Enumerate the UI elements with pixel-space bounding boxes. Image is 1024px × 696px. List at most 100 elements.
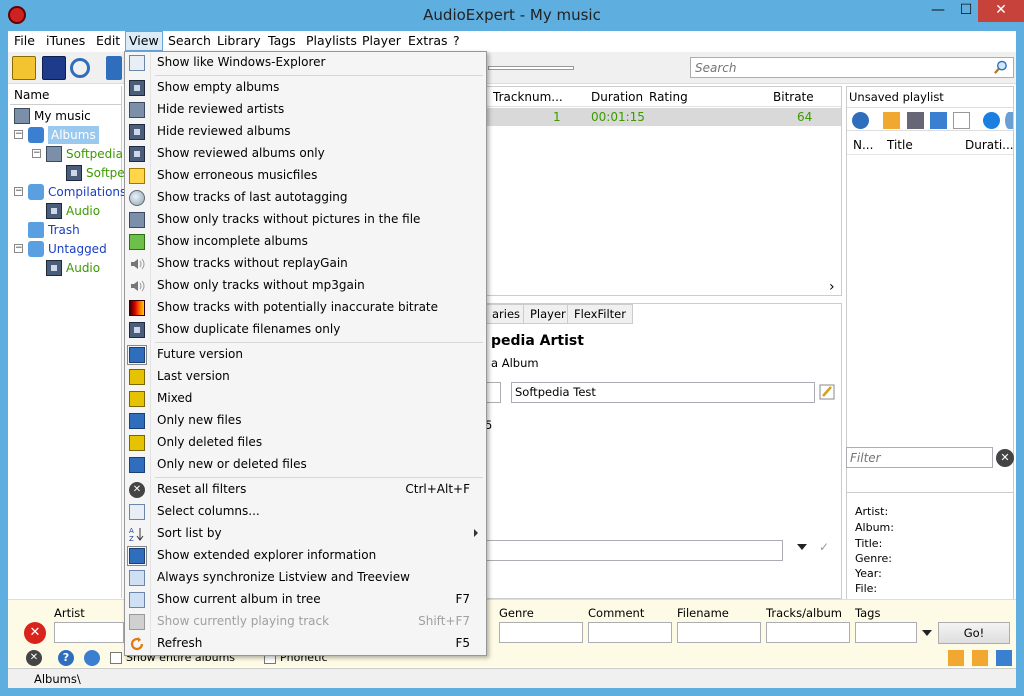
app-window: AudioExpert - My music — ☐ ✕ File iTunes… <box>0 0 1024 696</box>
search-icon[interactable] <box>993 60 1009 75</box>
detail-field-partial[interactable] <box>485 382 501 403</box>
open-folder-icon[interactable] <box>948 650 964 666</box>
menu-item-incomplete-albums[interactable]: Show incomplete albums <box>125 231 486 253</box>
menu-item-without-mp3gain[interactable]: Show only tracks without mp3gain <box>125 275 486 297</box>
edit-icon[interactable] <box>930 112 947 129</box>
refresh-icon[interactable] <box>70 58 90 78</box>
edit-pencil-icon[interactable] <box>819 384 835 400</box>
undo-icon[interactable] <box>106 56 122 80</box>
menu-item-select-columns[interactable]: Select columns... <box>125 501 486 523</box>
menu-item-only-deleted-files[interactable]: Only deleted files <box>125 432 486 454</box>
save-icon[interactable] <box>42 56 66 80</box>
menu-item-last-version[interactable]: Last version <box>125 366 486 388</box>
menu-item-without-replaygain[interactable]: Show tracks without replayGain <box>125 253 486 275</box>
menu-item-reset-filters[interactable]: ✕ Reset all filters Ctrl+Alt+F <box>125 479 486 501</box>
menu-search[interactable]: Search <box>168 33 211 48</box>
import-icon[interactable] <box>12 56 36 80</box>
collapse-untagged-icon[interactable]: − <box>14 244 23 253</box>
filter-filename-input[interactable] <box>677 622 761 643</box>
confirm-icon[interactable]: ✓ <box>819 540 829 554</box>
clear-all-filters-icon[interactable]: ✕ <box>24 622 46 644</box>
menu-item-mixed[interactable]: Mixed <box>125 388 486 410</box>
menu-item-inaccurate-bitrate[interactable]: Show tracks with potentially inaccurate … <box>125 297 486 319</box>
menu-library[interactable]: Library <box>217 33 261 48</box>
menu-item-duplicate-filenames[interactable]: Show duplicate filenames only <box>125 319 486 341</box>
menu-itunes[interactable]: iTunes <box>46 33 85 48</box>
menu-item-show-like-explorer[interactable]: Show like Windows-Explorer <box>125 52 486 74</box>
menu-extras[interactable]: Extras <box>408 33 448 48</box>
filter-tags-input[interactable] <box>855 622 917 643</box>
title-field[interactable]: Softpedia Test <box>511 382 815 403</box>
sync-icon <box>129 570 145 586</box>
info-artist-label: Artist: <box>855 505 889 518</box>
col-title[interactable]: Title <box>887 138 913 152</box>
tree-header[interactable]: Name <box>10 86 121 105</box>
menu-item-only-new-files[interactable]: Only new files <box>125 410 486 432</box>
volume-slider[interactable] <box>488 66 574 70</box>
menu-item-show-erroneous[interactable]: Show erroneous musicfiles <box>125 165 486 187</box>
minimize-button[interactable]: — <box>924 0 952 22</box>
play-icon[interactable] <box>983 112 1000 129</box>
menu-playlists[interactable]: Playlists <box>306 33 357 48</box>
maximize-button[interactable]: ☐ <box>952 0 980 22</box>
menu-item-new-or-deleted[interactable]: Only new or deleted files <box>125 454 486 476</box>
detail-album: a Album <box>491 356 539 370</box>
menu-item-refresh[interactable]: Refresh F5 <box>125 633 486 655</box>
menu-player[interactable]: Player <box>362 33 401 48</box>
col-bitrate[interactable]: Bitrate <box>773 90 814 104</box>
col-duration[interactable]: Duration <box>591 90 643 104</box>
edit-filter-icon[interactable] <box>996 650 1012 666</box>
save-icon[interactable] <box>907 112 924 129</box>
clear-filter-icon[interactable]: ✕ <box>996 449 1014 467</box>
menu-item-hide-reviewed-albums[interactable]: Hide reviewed albums <box>125 121 486 143</box>
filter-genre-input[interactable] <box>499 622 583 643</box>
menu-file[interactable]: File <box>14 33 35 48</box>
albums-icon <box>28 127 44 143</box>
menu-item-hide-reviewed-artists[interactable]: Hide reviewed artists <box>125 99 486 121</box>
menu-item-future-version[interactable]: Future version <box>125 344 486 366</box>
col-number[interactable]: N... <box>853 138 873 152</box>
filter-comment-input[interactable] <box>588 622 672 643</box>
collapse-albums-icon[interactable]: − <box>14 130 23 139</box>
tab-summaries[interactable]: aries <box>485 304 528 324</box>
menu-item-without-pictures[interactable]: Show only tracks without pictures in the… <box>125 209 486 231</box>
filter-tracks-input[interactable] <box>766 622 850 643</box>
menu-view[interactable]: View <box>125 31 163 51</box>
go-button[interactable]: Go! <box>938 622 1010 644</box>
menu-item-show-reviewed-albums-only[interactable]: Show reviewed albums only <box>125 143 486 165</box>
search-input[interactable] <box>691 58 981 77</box>
menu-edit[interactable]: Edit <box>96 33 120 48</box>
col-duration[interactable]: Durati... <box>965 138 1014 152</box>
comment-field[interactable] <box>485 540 783 561</box>
menu-tags[interactable]: Tags <box>268 33 296 48</box>
playlist-filter-input[interactable] <box>847 448 987 467</box>
collapse-artist-icon[interactable]: − <box>32 149 41 158</box>
new-icon[interactable] <box>953 112 970 129</box>
menu-item-last-autotagging[interactable]: Show tracks of last autotagging <box>125 187 486 209</box>
col-tracknum[interactable]: Tracknum... <box>493 90 563 104</box>
reset-icon[interactable]: ✕ <box>26 650 42 666</box>
show-entire-albums-checkbox[interactable] <box>110 652 122 664</box>
scroll-right-icon[interactable]: › <box>829 279 835 295</box>
collapse-compilations-icon[interactable]: − <box>14 187 23 196</box>
save-folder-icon[interactable] <box>972 650 988 666</box>
menu-item-show-empty-albums[interactable]: Show empty albums <box>125 77 486 99</box>
next-icon[interactable] <box>1005 112 1013 129</box>
menu-help[interactable]: ? <box>453 33 460 48</box>
dropdown-arrow-icon[interactable] <box>797 544 807 550</box>
menu-item-current-album[interactable]: Show current album in tree F7 <box>125 589 486 611</box>
col-rating[interactable]: Rating <box>649 90 688 104</box>
tab-player[interactable]: Player <box>523 304 573 324</box>
settings-icon[interactable] <box>84 650 100 666</box>
close-button[interactable]: ✕ <box>978 0 1024 22</box>
menu-item-sort-list[interactable]: AZ Sort list by <box>125 523 486 545</box>
menu-item-extended-explorer[interactable]: Show extended explorer information <box>125 545 486 567</box>
menu-item-synchronize[interactable]: Always synchronize Listview and Treeview <box>125 567 486 589</box>
tab-flexfilter[interactable]: FlexFilter <box>567 304 633 324</box>
tags-dropdown-icon[interactable] <box>922 630 932 636</box>
menu-item-currently-playing[interactable]: Show currently playing track Shift+F7 <box>125 611 486 633</box>
open-folder-icon[interactable] <box>883 112 900 129</box>
filter-artist-input[interactable] <box>54 622 124 643</box>
back-icon[interactable] <box>852 112 869 129</box>
help-icon[interactable]: ? <box>58 650 74 666</box>
